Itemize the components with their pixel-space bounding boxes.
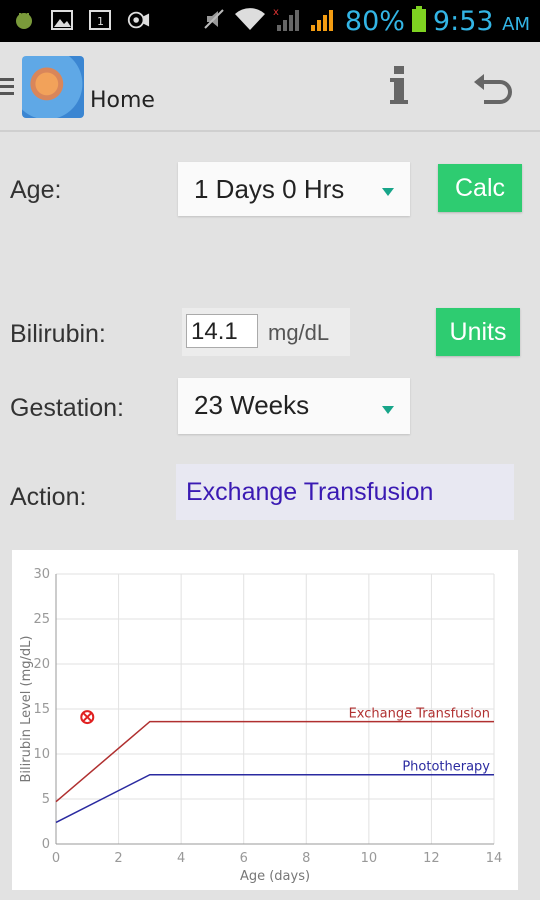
x-axis-label: Age (days) [240,869,310,884]
mute-icon [201,6,227,36]
y-tick-label: 5 [42,792,50,807]
x-tick-label: 12 [423,851,440,866]
clock: 9:53 AM [433,6,530,37]
x-tick-label: 6 [240,851,248,866]
bilirubin-chart: 0 2 4 6 8 10 12 14 0 5 10 15 20 25 30 Age (days) Bilirub… [12,550,518,890]
info-icon[interactable] [384,64,414,110]
calendar-icon: 1 [88,8,112,32]
clock-ampm: AM [502,13,530,35]
signal-icon [309,5,339,37]
battery-percent: 80% [344,5,405,37]
units-button[interactable]: Units [436,308,520,356]
android-icon [12,8,36,32]
bilirubin-input[interactable]: 14.1 [186,314,258,348]
chart-svg: 0 2 4 6 8 10 12 14 0 5 10 15 20 25 30 Age (days) Bilirub… [19,567,503,884]
svg-text:1: 1 [97,15,104,28]
age-label: Age: [10,176,62,204]
gestation-label: Gestation: [10,394,124,422]
x-tick-label: 8 [302,851,310,866]
menu-icon[interactable] [0,78,14,99]
battery-icon [411,5,427,37]
svg-text:x: x [273,7,279,18]
x-tick-label: 10 [361,851,378,866]
action-label: Action: [10,483,87,511]
gestation-value: 23 Weeks [194,390,310,420]
undo-icon[interactable] [472,70,514,106]
x-tick-label: 14 [486,851,503,866]
x-tick-label: 4 [177,851,185,866]
camera-icon [126,8,150,32]
clock-time: 9:53 [432,5,494,37]
series-label-1: Phototherapy [402,760,490,775]
y-axis-label: Bilirubin Level (mg/dL) [19,636,34,783]
bilirubin-field-group: 14.1 mg/dL [182,308,350,356]
bilirubin-unit: mg/dL [268,320,330,345]
y-tick-label: 25 [33,612,50,627]
bilirubin-label: Bilirubin: [10,320,106,348]
x-tick-label: 2 [114,851,122,866]
y-tick-label: 20 [33,657,50,672]
y-tick-label: 10 [33,747,50,762]
x-tick-label: 0 [52,851,60,866]
action-value: Exchange Transfusion [186,478,434,506]
age-spinner[interactable]: 1 Days 0 Hrs [178,162,410,216]
image-icon [50,8,74,32]
action-result: Exchange Transfusion [176,464,514,520]
age-value: 1 Days 0 Hrs [194,174,345,204]
app-logo[interactable] [22,56,84,118]
wifi-icon [233,6,267,36]
signal-off-icon: x [273,5,303,37]
status-bar: 1 x 80% 9:53 AM [0,0,540,42]
series-label-0: Exchange Transfusion [349,707,490,722]
y-tick-label: 30 [33,567,50,582]
y-tick-label: 0 [42,837,50,852]
y-tick-label: 15 [33,702,50,717]
action-bar: Home [0,42,540,132]
calc-button[interactable]: Calc [438,164,522,212]
dropdown-arrow-icon [382,188,394,196]
gestation-spinner[interactable]: 23 Weeks [178,378,410,434]
home-title[interactable]: Home [90,88,155,113]
dropdown-arrow-icon [382,406,394,414]
